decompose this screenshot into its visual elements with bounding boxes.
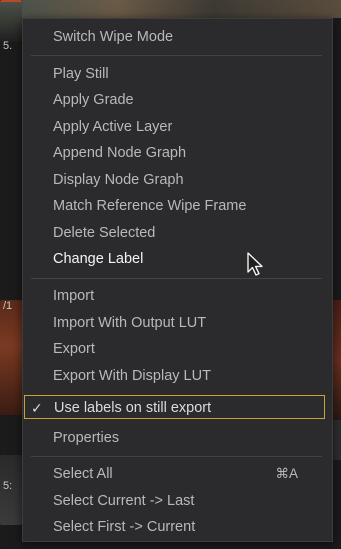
gallery-thumbnail-strip bbox=[22, 0, 341, 18]
menu-item-select-all[interactable]: Select All ⌘A bbox=[23, 462, 332, 486]
still-label: 5: bbox=[3, 480, 13, 492]
context-menu: Switch Wipe Mode Play Still Apply Grade … bbox=[22, 18, 333, 542]
menu-item-play-still[interactable]: Play Still bbox=[23, 62, 332, 86]
menu-item-label: Play Still bbox=[53, 66, 109, 82]
menu-item-import-with-output-lut[interactable]: Import With Output LUT bbox=[23, 311, 332, 335]
menu-item-append-node-graph[interactable]: Append Node Graph bbox=[23, 141, 332, 165]
menu-item-label: Change Label bbox=[53, 251, 144, 267]
menu-item-label: Match Reference Wipe Frame bbox=[53, 198, 247, 214]
menu-item-label: Select Current -> Last bbox=[53, 493, 195, 509]
menu-item-label: Properties bbox=[53, 430, 120, 446]
screen: 5. /1 5: Switch Wipe Mode Play Still App… bbox=[0, 0, 341, 549]
menu-separator bbox=[31, 456, 322, 457]
menu-item-apply-active-layer[interactable]: Apply Active Layer bbox=[23, 115, 332, 139]
checkmark-icon: ✓ bbox=[31, 400, 43, 416]
menu-item-label: Select First -> Current bbox=[53, 519, 196, 535]
menu-item-switch-wipe-mode[interactable]: Switch Wipe Mode bbox=[23, 25, 332, 49]
menu-item-export[interactable]: Export bbox=[23, 337, 332, 361]
menu-separator bbox=[31, 278, 322, 279]
menu-item-label: Display Node Graph bbox=[53, 172, 184, 188]
menu-item-display-node-graph[interactable]: Display Node Graph bbox=[23, 168, 332, 192]
menu-item-properties[interactable]: Properties bbox=[23, 426, 332, 450]
menu-item-label: Apply Grade bbox=[53, 92, 134, 108]
menu-item-label: Export bbox=[53, 341, 95, 357]
menu-item-label: Select All bbox=[53, 466, 113, 482]
menu-item-export-with-display-lut[interactable]: Export With Display LUT bbox=[23, 364, 332, 388]
still-label: 5. bbox=[3, 40, 13, 52]
menu-item-apply-grade[interactable]: Apply Grade bbox=[23, 88, 332, 112]
menu-item-select-current-to-last[interactable]: Select Current -> Last bbox=[23, 489, 332, 513]
still-label: /1 bbox=[3, 300, 13, 312]
menu-item-label: Delete Selected bbox=[53, 225, 156, 241]
menu-item-match-reference-wipe-frame[interactable]: Match Reference Wipe Frame bbox=[23, 194, 332, 218]
menu-item-label: Switch Wipe Mode bbox=[53, 29, 174, 45]
menu-item-import[interactable]: Import bbox=[23, 284, 332, 308]
menu-item-label: Export With Display LUT bbox=[53, 368, 211, 384]
shortcut-label: ⌘A bbox=[275, 466, 298, 481]
menu-item-change-label[interactable]: Change Label bbox=[23, 247, 332, 271]
menu-item-label: Append Node Graph bbox=[53, 145, 187, 161]
arrow-pointer-icon bbox=[247, 252, 263, 276]
menu-item-label: Use labels on still export bbox=[54, 400, 212, 416]
menu-item-delete-selected[interactable]: Delete Selected bbox=[23, 221, 332, 245]
gallery-thumbnail[interactable] bbox=[0, 300, 22, 415]
menu-item-label: Import bbox=[53, 288, 95, 304]
menu-separator bbox=[31, 55, 322, 56]
gallery-thumbnail[interactable] bbox=[0, 0, 22, 42]
menu-item-label: Import With Output LUT bbox=[53, 315, 207, 331]
menu-item-label: Apply Active Layer bbox=[53, 119, 173, 135]
menu-item-use-labels-on-still-export[interactable]: ✓ Use labels on still export bbox=[24, 395, 325, 419]
menu-item-select-first-to-current[interactable]: Select First -> Current bbox=[23, 515, 332, 539]
